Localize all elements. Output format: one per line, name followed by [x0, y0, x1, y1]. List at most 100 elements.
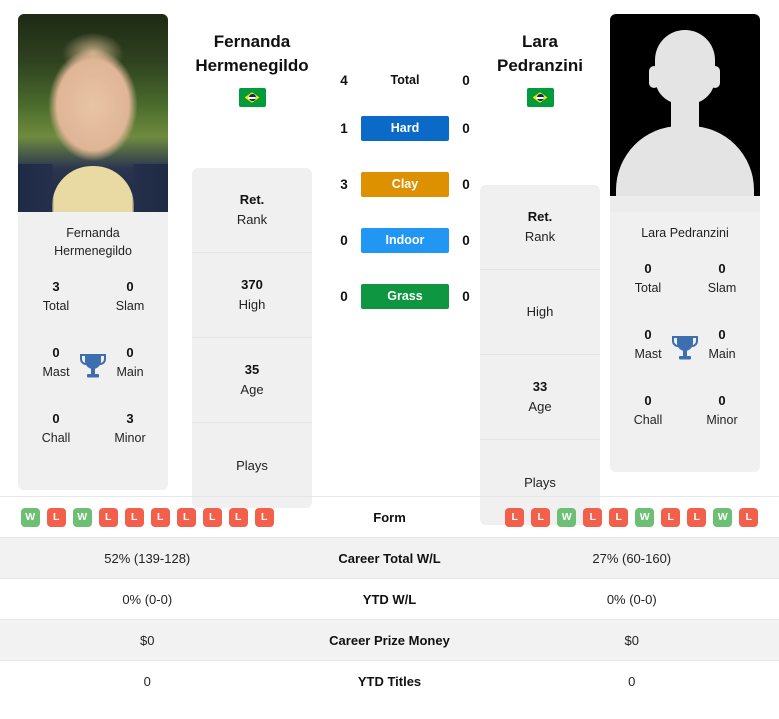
head-to-head-comparison: Fernanda Hermenegildo 3 Total 0 Slam 0 M… [0, 0, 779, 719]
h2h-right-value-indoor: 0 [462, 232, 470, 248]
titles-total-label-left: Total [42, 299, 70, 313]
titles-main-label-right: Main [708, 347, 736, 361]
h2h-right-value-clay: 0 [462, 176, 470, 192]
player-first-name-left: Fernanda [213, 32, 291, 51]
player-card-left[interactable]: Fernanda Hermenegildo 3 Total 0 Slam 0 M… [18, 14, 168, 490]
info-row-age-left: 35 Age [192, 338, 312, 423]
h2h-surface-label-indoor: Indoor [361, 227, 449, 253]
player-card-right[interactable]: Lara Pedranzini 0 Total 0 Slam 0 Mast 0 … [610, 14, 760, 472]
form-badges-right: LLWLLWLLWL [485, 507, 779, 527]
titles-minor-value-left: 3 [126, 411, 134, 426]
titles-total-right: 0 Total [620, 258, 676, 297]
form-badge[interactable]: W [20, 507, 40, 527]
form-badge[interactable]: L [46, 507, 66, 527]
stat-career_prize_money-right: $0 [624, 632, 639, 648]
form-badge[interactable]: L [661, 507, 681, 527]
h2h-right-value-grass: 0 [462, 288, 470, 304]
h2h-right-value-total: 0 [462, 72, 470, 88]
player-first-name-right: Lara [522, 32, 558, 51]
h2h-right-value-hard: 0 [462, 120, 470, 136]
h2h-left-value-total: 4 [340, 72, 348, 88]
stat-career_prize_money-left: $0 [140, 632, 155, 648]
table-row: W L W L L L L L L L Form L L W L L W L L W L [0, 496, 779, 537]
titles-minor-label-left: Minor [114, 431, 146, 445]
titles-mast-label-left: Mast [42, 365, 70, 379]
stat-label-career_total_wl: Career Total W/L [338, 550, 441, 566]
h2h-left-value-hard: 1 [340, 120, 348, 136]
titles-total-value-right: 0 [644, 261, 652, 276]
titles-chall-right: 0 Chall [620, 390, 676, 429]
player-info-card-right: Ret. Rank High 33 Age Plays [480, 185, 600, 525]
titles-slam-label-left: Slam [115, 299, 145, 313]
form-badge[interactable]: L [739, 507, 759, 527]
titles-chall-value-right: 0 [644, 393, 652, 408]
form-badge[interactable]: L [254, 507, 274, 527]
info-value-high-left: 370 [241, 277, 263, 292]
flag-band [248, 97, 256, 99]
titles-total-left: 3 Total [28, 276, 84, 315]
titles-chall-left: 0 Chall [28, 408, 84, 447]
player-caption-line1-right: Lara Pedranzini [641, 226, 729, 240]
info-row-high-right: High [480, 270, 600, 355]
h2h-surface-label-hard: Hard [361, 115, 449, 141]
form-badge[interactable]: L [228, 507, 248, 527]
form-badge[interactable]: W [713, 507, 733, 527]
titles-minor-left: 3 Minor [102, 408, 158, 447]
info-value-age-right: 33 [532, 379, 548, 394]
titles-row-3-left: 0 Chall 3 Minor [18, 408, 168, 474]
titles-mast-label-right: Mast [634, 347, 662, 361]
stat-career_total_wl-left: 52% (139-128) [104, 550, 191, 566]
stat-label-career_prize_money: Career Prize Money [329, 632, 450, 648]
player-name-block-left[interactable]: Fernanda Hermenegildo [162, 30, 342, 107]
titles-main-value-left: 0 [126, 345, 134, 360]
h2h-row-total: 4 Total 0 [330, 60, 480, 100]
info-row-rank-right: Ret. Rank [480, 185, 600, 270]
form-badge[interactable]: L [687, 507, 707, 527]
table-row: $0 Career Prize Money $0 [0, 619, 779, 660]
form-badge[interactable]: W [635, 507, 655, 527]
form-badge[interactable]: L [124, 507, 144, 527]
form-badge[interactable]: L [609, 507, 629, 527]
h2h-row-clay: 3 Clay 0 [330, 156, 480, 212]
titles-main-left: 0 Main [102, 342, 158, 381]
stat-label-ytd_wl: YTD W/L [362, 591, 417, 607]
player-photo-caption-left: Fernanda Hermenegildo [18, 212, 168, 272]
titles-mast-value-left: 0 [52, 345, 60, 360]
head-to-head-bars: 4 Total 0 1 Hard 0 3 Clay 0 0 Indoor 0 0 Grass 0 [330, 60, 480, 324]
form-badge[interactable]: W [72, 507, 92, 527]
titles-mast-value-right: 0 [644, 327, 652, 342]
stat-label-form: Form [373, 509, 406, 525]
comparison-header: Fernanda Hermenegildo 3 Total 0 Slam 0 M… [0, 0, 779, 525]
stat-career_total_wl-right: 27% (60-160) [592, 550, 672, 566]
titles-minor-value-right: 0 [718, 393, 726, 408]
player-last-name-left: Hermenegildo [195, 56, 309, 75]
titles-minor-label-right: Minor [706, 413, 738, 427]
form-badge[interactable]: L [202, 507, 222, 527]
form-badge[interactable]: W [557, 507, 577, 527]
form-badge[interactable]: L [583, 507, 603, 527]
form-badge[interactable]: L [176, 507, 196, 527]
titles-row-3-right: 0 Chall 0 Minor [610, 390, 760, 456]
stat-form-right: LLWLLWLLWL [485, 507, 779, 527]
h2h-left-value-clay: 3 [340, 176, 348, 192]
player-caption-line2-left: Hermenegildo [54, 244, 132, 258]
trophy-icon [672, 336, 698, 360]
table-row: 52% (139-128) Career Total W/L 27% (60-160… [0, 537, 779, 578]
titles-mast-left: 0 Mast [28, 342, 84, 381]
info-row-age-right: 33 Age [480, 355, 600, 440]
titles-grid-right: 0 Total 0 Slam 0 Mast 0 Main 0 Chall 0 M… [610, 254, 760, 472]
form-badge[interactable]: L [505, 507, 525, 527]
form-badge[interactable]: L [98, 507, 118, 527]
info-label-rank-left: Rank [236, 212, 268, 227]
form-badge[interactable]: L [150, 507, 170, 527]
titles-slam-label-right: Slam [707, 281, 737, 295]
titles-row-1-left: 3 Total 0 Slam [18, 276, 168, 342]
info-row-high-left: 370 High [192, 253, 312, 338]
stat-ytd_titles-right: 0 [628, 673, 636, 689]
h2h-row-grass: 0 Grass 0 [330, 268, 480, 324]
titles-main-value-right: 0 [718, 327, 726, 342]
stat-ytd_titles-left: 0 [143, 673, 151, 689]
form-badge[interactable]: L [531, 507, 551, 527]
titles-slam-right: 0 Slam [694, 258, 750, 297]
titles-chall-label-left: Chall [41, 431, 71, 445]
